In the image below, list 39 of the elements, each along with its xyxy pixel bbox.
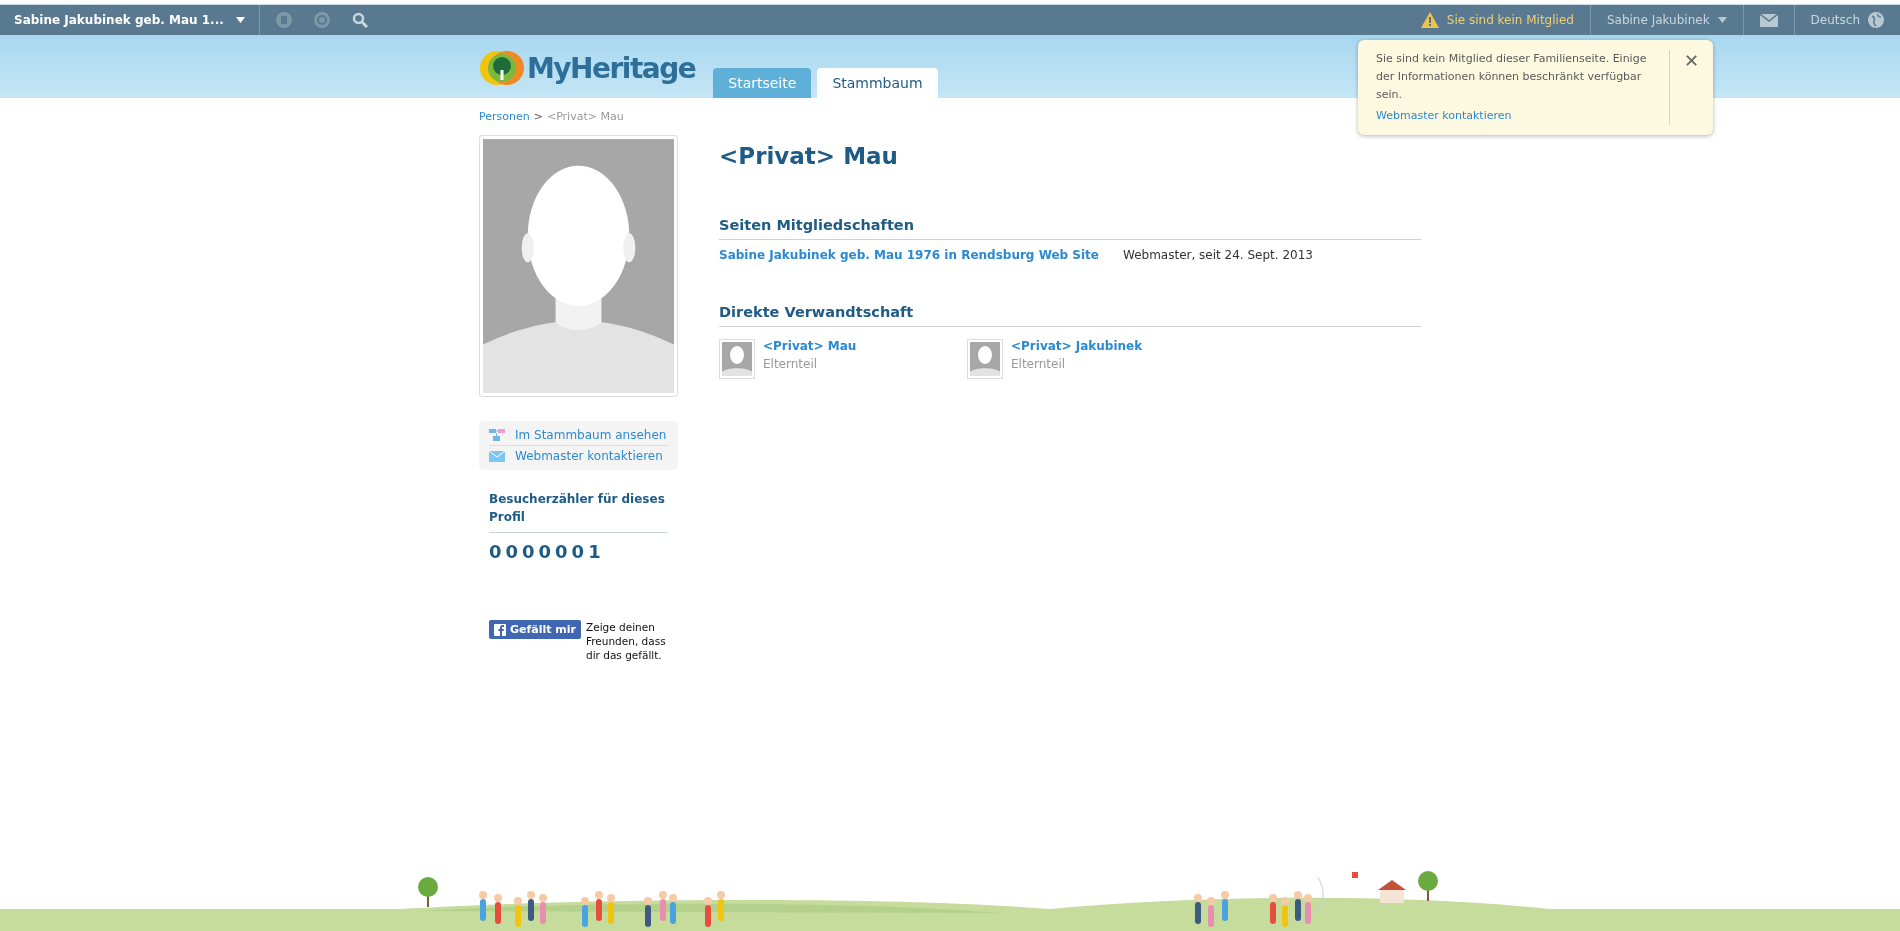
tree-logo-icon xyxy=(479,50,525,86)
globe-icon xyxy=(1868,12,1884,28)
membership-warning[interactable]: Sie sind kein Mitglied xyxy=(1446,13,1574,27)
person-name: <Privat> Mau xyxy=(719,143,899,169)
caret-icon xyxy=(235,17,245,23)
breadcrumb-separator: > xyxy=(533,110,543,123)
relation-label: Elternteil xyxy=(763,357,819,371)
counter-title: Besucherzähler für dieses Profil xyxy=(489,490,668,533)
relation-label: Elternteil xyxy=(1011,357,1067,371)
sidebar-action[interactable]: Im Stammbaum ansehen xyxy=(489,425,668,445)
family-tree-icon xyxy=(489,429,505,441)
document-icon[interactable] xyxy=(275,12,292,28)
breadcrumb-link[interactable]: Personen xyxy=(479,110,530,123)
like-description: Zeige deinen Freunden, dass dir das gefällt. xyxy=(586,620,667,662)
sidebar-action[interactable]: Webmaster kontaktieren xyxy=(489,445,668,466)
close-button[interactable]: ✕ xyxy=(1669,50,1713,71)
envelope-icon xyxy=(489,450,505,462)
visitor-count: 0000001 xyxy=(489,541,606,562)
f-logo-icon xyxy=(494,623,506,636)
logo[interactable]: MyHeritage xyxy=(479,50,696,86)
nav-tab[interactable]: Stammbaum xyxy=(817,68,938,98)
notice-text: Sie sind kein Mitglied dieser Familienseite. Einige der Informationen können beschränkt verfügbar sein. xyxy=(1376,51,1648,103)
membership-role: Webmaster, seit 24. Sept. 2013 xyxy=(1123,248,1313,262)
mail-icon[interactable] xyxy=(1759,13,1778,27)
contact-webmaster-link[interactable]: Webmaster kontaktieren xyxy=(1376,109,1512,122)
relative-name-link[interactable]: <Privat> Jakubinek xyxy=(1011,339,1143,353)
warning-icon xyxy=(1420,12,1439,28)
section-heading: Direkte Verwandtschaft xyxy=(719,304,1421,327)
nav-tab[interactable]: Startseite xyxy=(713,68,812,98)
avatar-silhouette xyxy=(967,339,1003,379)
refresh-icon[interactable] xyxy=(313,12,330,28)
relative-name-link[interactable]: <Privat> Mau xyxy=(763,339,857,353)
caret-icon xyxy=(1717,17,1727,23)
section-heading: Seiten Mitgliedschaften xyxy=(719,217,1421,240)
like-button[interactable]: Gefällt mir xyxy=(489,620,581,639)
site-link[interactable]: Sabine Jakubinek geb. Mau 1976 in Rendsburg Web Site xyxy=(719,248,1099,262)
avatar-silhouette xyxy=(719,339,755,379)
search-icon[interactable] xyxy=(351,12,368,28)
breadcrumb-current: <Privat> Mau xyxy=(546,110,624,123)
